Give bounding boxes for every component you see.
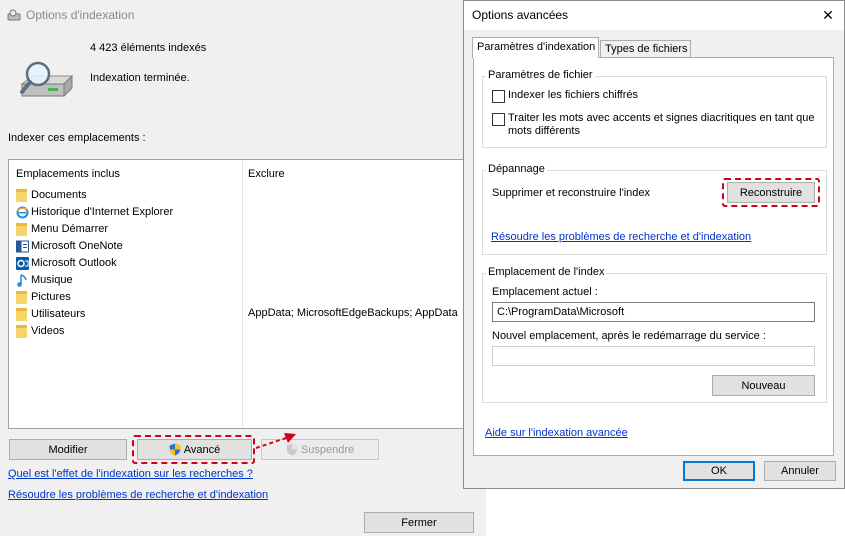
- rebuild-text: Supprimer et reconstruire l'index: [492, 187, 651, 199]
- indexed-count: 4 423 éléments indexés: [90, 42, 207, 54]
- indexing-options-icon: [7, 9, 21, 21]
- cancel-button[interactable]: Annuler: [764, 461, 836, 481]
- accents-checkbox[interactable]: [492, 113, 505, 126]
- new-location-label: Nouvel emplacement, après le redémarrage…: [492, 330, 766, 342]
- location-name: Musique: [31, 274, 73, 286]
- tab-file-types[interactable]: Types de fichiers: [600, 40, 691, 58]
- new-location-field[interactable]: [492, 346, 815, 366]
- accents-label: Traiter les mots avec accents et signes …: [508, 112, 815, 137]
- column-header-exclude[interactable]: Exclure: [248, 168, 285, 180]
- troubleshooting-label: Dépannage: [486, 163, 547, 175]
- location-row-outlook[interactable]: Microsoft Outlook: [16, 255, 117, 271]
- dialog-title: Options avancées: [472, 8, 569, 22]
- dialog-troubleshoot-link[interactable]: Résoudre les problèmes de recherche et d…: [491, 231, 751, 243]
- troubleshoot-link[interactable]: Résoudre les problèmes de recherche et d…: [8, 489, 268, 501]
- locations-label: Indexer ces emplacements :: [8, 132, 146, 144]
- pause-button-label: Suspendre: [300, 443, 355, 456]
- column-separator: [242, 160, 243, 428]
- location-name: Utilisateurs: [31, 308, 86, 320]
- location-name: Microsoft Outlook: [31, 257, 117, 269]
- column-header-included[interactable]: Emplacements inclus: [16, 168, 120, 180]
- location-exclude-users: AppData; MicrosoftEdgeBackups; AppData: [248, 307, 458, 319]
- music-icon: [16, 273, 27, 287]
- folder-icon: [16, 188, 27, 202]
- highlight-arrow: [255, 433, 296, 449]
- location-row-users[interactable]: Utilisateurs: [16, 306, 85, 322]
- encrypt-label: Indexer les fichiers chiffrés: [508, 89, 639, 101]
- file-settings-label: Paramètres de fichier: [486, 69, 595, 81]
- location-row-documents[interactable]: Documents: [16, 187, 87, 203]
- dialog-close-icon[interactable]: ✕: [818, 5, 838, 25]
- outlook-icon: [16, 256, 29, 270]
- location-row-start-menu[interactable]: Menu Démarrer: [16, 221, 108, 237]
- index-location-label: Emplacement de l'index: [486, 266, 607, 278]
- indexing-status: Indexation terminée.: [90, 72, 190, 84]
- encrypt-checkbox[interactable]: [492, 90, 505, 103]
- onenote-icon: [16, 240, 29, 253]
- close-button[interactable]: Fermer: [364, 512, 474, 533]
- tab-indexing-settings[interactable]: Paramètres d'indexation: [472, 37, 599, 58]
- location-name: Videos: [31, 325, 65, 337]
- location-name: Documents: [31, 189, 87, 201]
- rebuild-highlight: [722, 178, 820, 207]
- location-row-ie-history[interactable]: Historique d'Internet Explorer: [16, 204, 173, 220]
- current-location-field[interactable]: C:\ProgramData\Microsoft: [492, 302, 815, 322]
- location-row-onenote[interactable]: Microsoft OneNote: [16, 238, 123, 254]
- advanced-help-link[interactable]: Aide sur l'indexation avancée: [485, 427, 628, 439]
- new-location-button[interactable]: Nouveau: [712, 375, 815, 396]
- location-name: Pictures: [31, 291, 71, 303]
- ok-button[interactable]: OK: [683, 461, 755, 481]
- internet-explorer-icon: [16, 206, 29, 219]
- indexing-drive-icon: [20, 61, 74, 98]
- location-name: Historique d'Internet Explorer: [31, 206, 174, 218]
- folder-icon: [16, 290, 27, 304]
- window-title: Options d'indexation: [26, 8, 135, 22]
- current-location-label: Emplacement actuel :: [492, 286, 598, 298]
- modify-button[interactable]: Modifier: [9, 439, 127, 460]
- folder-icon: [16, 222, 27, 236]
- folder-icon: [16, 324, 27, 338]
- location-row-videos[interactable]: Videos: [16, 323, 64, 339]
- indexing-effect-link[interactable]: Quel est l'effet de l'indexation sur les…: [8, 468, 253, 480]
- location-row-pictures[interactable]: Pictures: [16, 289, 71, 305]
- folder-icon: [16, 307, 27, 321]
- advanced-highlight: [132, 435, 255, 464]
- location-row-music[interactable]: Musique: [16, 272, 73, 288]
- location-name: Microsoft OneNote: [31, 240, 123, 252]
- location-name: Menu Démarrer: [31, 223, 109, 235]
